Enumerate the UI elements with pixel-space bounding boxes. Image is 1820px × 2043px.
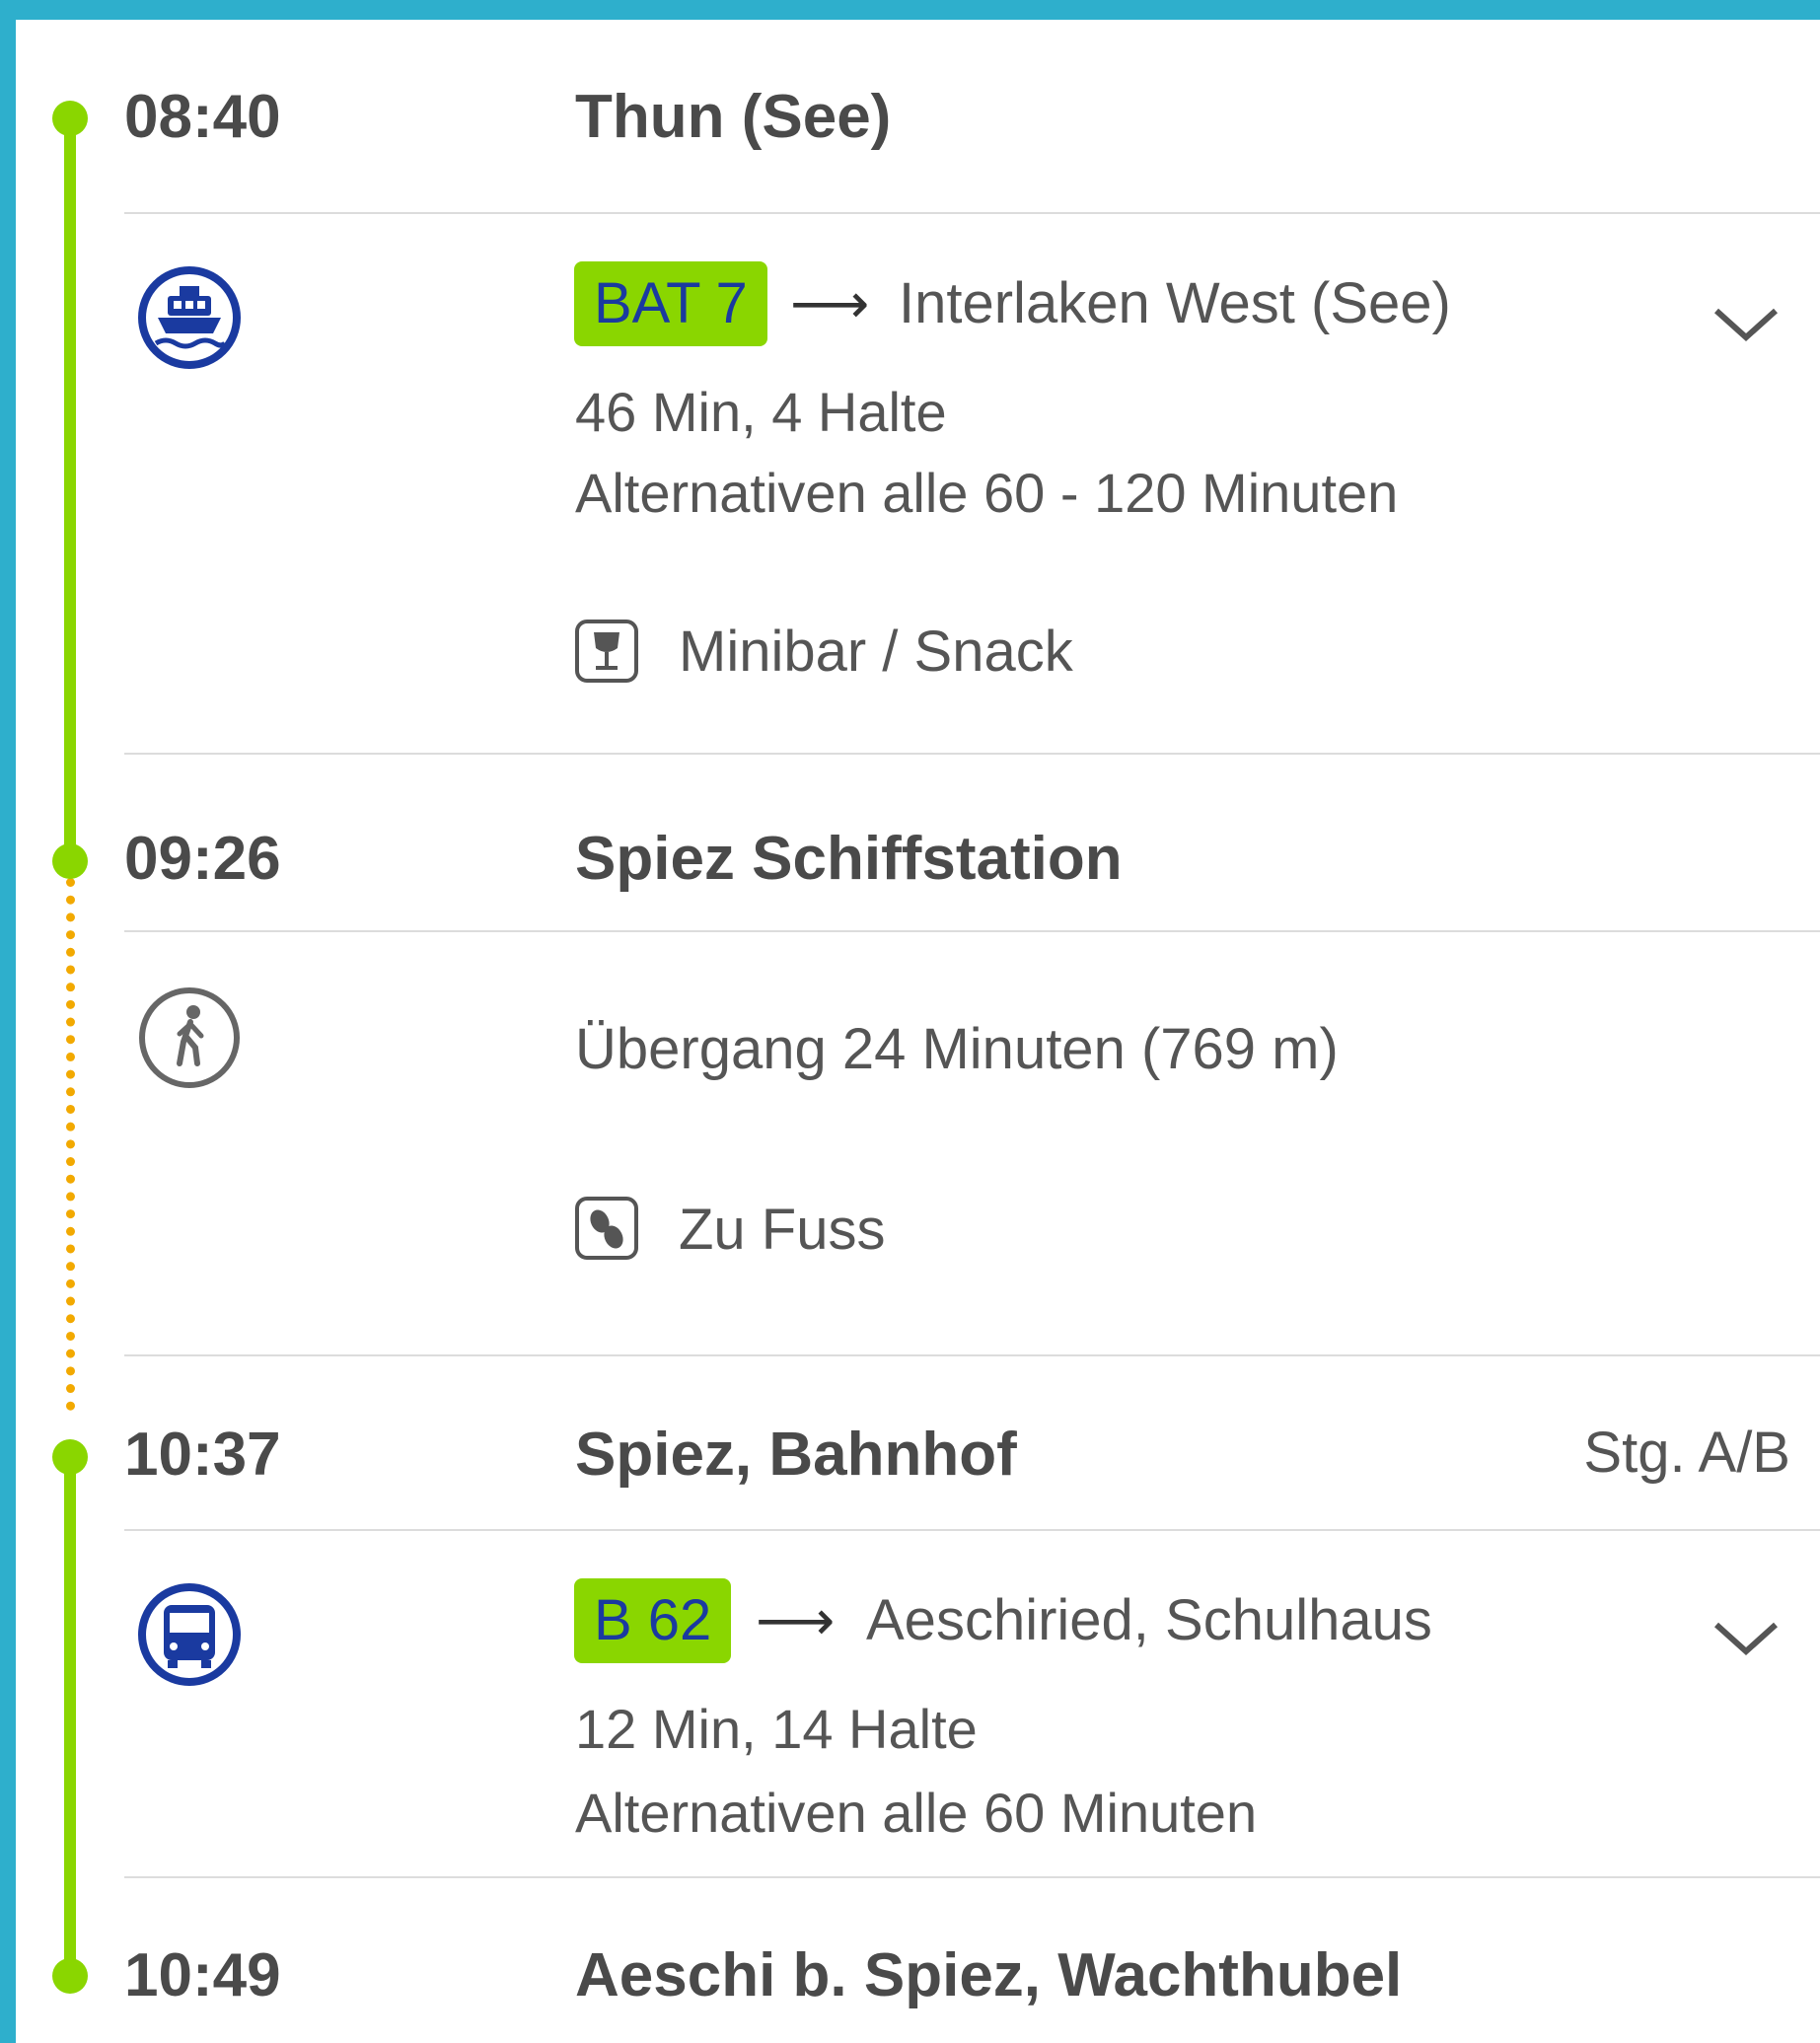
connection-details-panel: 08:40 Thun (See) BAT 7 ⟶ Interlaken West… [16,20,1820,2043]
platform-label: Stg. A/B [1583,1421,1790,1485]
timeline-dot [52,101,88,136]
timeline-dot [52,1958,88,1994]
feature-label: Minibar / Snack [679,620,1073,684]
minibar-icon [574,619,639,684]
chevron-down-icon[interactable] [1702,1610,1790,1669]
leg-alternatives: Alternativen alle 60 Minuten [575,1782,1258,1844]
leg-alternatives: Alternativen alle 60 - 120 Minuten [575,462,1399,524]
stop-name[interactable]: Thun (See) [575,87,891,148]
divider [124,1354,1820,1356]
direction-destination: Interlaken West (See) [899,271,1451,335]
direction-arrow: ⟶ [790,272,870,334]
leg-duration: 46 Min, 4 Halte [575,381,947,443]
chevron-down-icon[interactable] [1702,296,1790,355]
timeline-dot [52,1439,88,1475]
divider [124,1529,1820,1531]
direction-destination: Aeschiried, Schulhaus [866,1588,1432,1652]
timeline-dot [52,843,88,879]
route-line-segment-bus [64,1440,76,1963]
arrival-time: 09:26 [124,825,281,893]
direction-arrow: ⟶ [756,1589,836,1651]
stop-name[interactable]: Spiez, Bahnhof [575,1424,1017,1486]
line-badge: BAT 7 [574,261,767,346]
divider [124,212,1820,214]
feature-label: Zu Fuss [679,1198,886,1262]
walk-icon [136,985,243,1091]
ship-icon [136,264,243,371]
route-line-segment-walk [66,878,75,1411]
line-badge: B 62 [574,1578,732,1663]
departure-time: 08:40 [124,83,281,151]
footsteps-icon [574,1196,639,1261]
bus-icon [136,1581,243,1688]
departure-time: 10:37 [124,1421,281,1489]
arrival-time: 10:49 [124,1941,281,2009]
stop-name[interactable]: Aeschi b. Spiez, Wachthubel [575,1945,1402,2007]
divider [124,753,1820,755]
stop-name[interactable]: Spiez Schiffstation [575,829,1123,890]
divider [124,1876,1820,1878]
divider [124,930,1820,932]
leg-duration: 12 Min, 14 Halte [575,1698,978,1760]
route-line-segment-ship [64,118,76,858]
transfer-info: Übergang 24 Minuten (769 m) [575,1017,1339,1081]
